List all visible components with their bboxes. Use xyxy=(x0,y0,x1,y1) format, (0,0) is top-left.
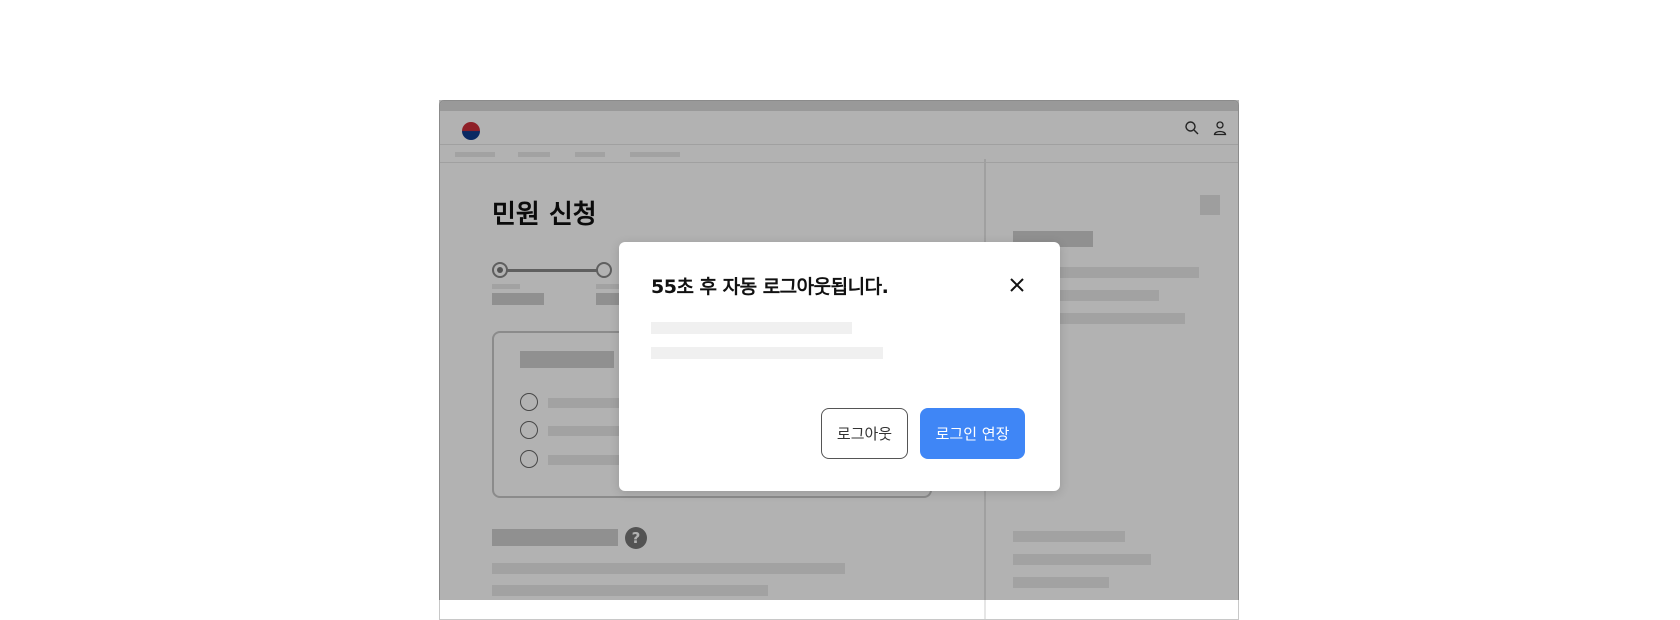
session-timeout-dialog: 55초 후 자동 로그아웃됩니다. 로그아웃 로그인 연장 xyxy=(619,242,1060,491)
extend-login-button[interactable]: 로그인 연장 xyxy=(920,408,1025,459)
dialog-title: 55초 후 자동 로그아웃됩니다. xyxy=(651,276,889,298)
dialog-message-line xyxy=(651,322,852,334)
dialog-message-line xyxy=(651,347,883,359)
logout-button[interactable]: 로그아웃 xyxy=(821,408,908,459)
close-icon[interactable] xyxy=(1006,274,1028,296)
